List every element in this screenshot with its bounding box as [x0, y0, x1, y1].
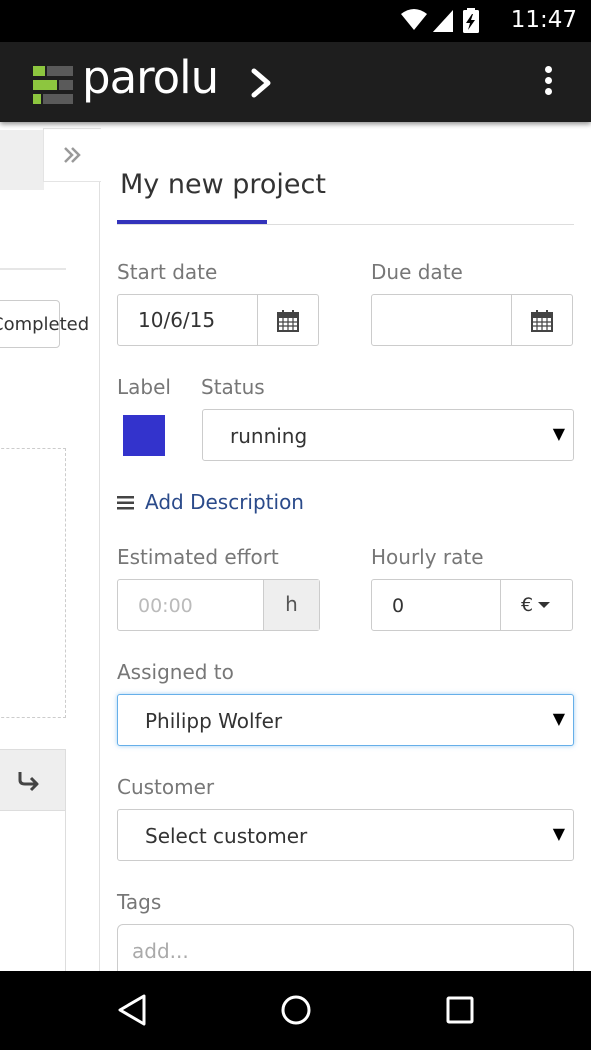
left-panel: Completed [0, 122, 100, 972]
tags-placeholder: add... [132, 939, 189, 963]
dropdown-arrow-icon: ▼ [552, 709, 565, 728]
assigned-to-select[interactable]: Philipp Wolfer ▼ [117, 694, 574, 746]
project-panel: My new project Start date Due date 10/6/… [100, 122, 591, 984]
dropdown-arrow-icon: ▼ [552, 824, 565, 843]
completed-button[interactable]: Completed [0, 300, 89, 348]
status-icons [401, 8, 511, 34]
brand-name[interactable]: parolu [82, 51, 219, 104]
home-icon[interactable] [279, 993, 313, 1031]
divider [0, 268, 66, 270]
customer-select[interactable]: Select customer ▼ [117, 809, 574, 861]
due-date-picker-button[interactable] [511, 295, 572, 345]
divider [117, 224, 574, 225]
tab-indicator [117, 220, 267, 224]
status-label: Status [201, 375, 265, 399]
assigned-to-label: Assigned to [117, 660, 234, 684]
expand-double-chevron-icon [64, 147, 81, 163]
dropdown-arrow-icon: ▼ [552, 424, 565, 443]
wifi-icon [401, 9, 427, 30]
page-title: My new project [120, 169, 326, 200]
estimated-effort-placeholder: 00:00 [138, 595, 193, 617]
start-date-picker-button[interactable] [257, 295, 318, 345]
hourly-rate-value: 0 [392, 595, 405, 617]
hourly-rate-field[interactable]: 0 € [371, 579, 573, 631]
status-value: running [230, 424, 308, 448]
assigned-to-value: Philipp Wolfer [145, 709, 283, 733]
left-panel-header [0, 130, 44, 190]
currency-dropdown[interactable]: € [500, 580, 572, 630]
drop-zone [0, 448, 66, 718]
divider [65, 811, 66, 971]
completed-button-label: Completed [0, 314, 90, 335]
customer-value: Select customer [145, 824, 308, 848]
parolu-logo-icon[interactable] [33, 66, 73, 110]
app-bar: parolu [0, 42, 591, 122]
back-icon[interactable] [116, 993, 148, 1031]
tags-label: Tags [117, 890, 162, 914]
label-label: Label [117, 375, 171, 399]
reply-arrow-icon [18, 772, 39, 792]
estimated-effort-field[interactable]: 00:00 h [117, 579, 320, 631]
hourly-rate-label: Hourly rate [371, 545, 484, 569]
signal-icon [433, 10, 453, 32]
reply-button[interactable] [0, 749, 66, 811]
estimated-effort-label: Estimated effort [117, 545, 279, 569]
currency-symbol: € [521, 594, 534, 616]
label-color-swatch[interactable] [123, 415, 165, 456]
menu-lines-icon [117, 496, 134, 510]
expand-panel-button[interactable] [43, 128, 101, 182]
battery-charging-icon [463, 8, 479, 33]
status-select[interactable]: running ▼ [202, 409, 574, 461]
start-date-label: Start date [117, 260, 218, 284]
start-date-field[interactable]: 10/6/15 [117, 294, 319, 346]
start-date-value: 10/6/15 [138, 308, 216, 332]
customer-label: Customer [117, 775, 215, 799]
hours-unit-addon: h [263, 580, 319, 630]
chevron-right-icon[interactable] [250, 68, 274, 102]
caret-down-icon [538, 602, 550, 608]
system-nav-bar [0, 971, 591, 1050]
status-time: 11:47 [510, 7, 577, 33]
calendar-icon [277, 310, 299, 332]
due-date-field[interactable] [371, 294, 573, 346]
status-bar: 11:47 [0, 0, 591, 42]
due-date-label: Due date [371, 260, 463, 284]
overflow-menu-icon[interactable] [538, 66, 558, 100]
recents-icon[interactable] [444, 993, 476, 1031]
add-description-label: Add Description [145, 490, 304, 514]
calendar-icon [531, 310, 553, 332]
